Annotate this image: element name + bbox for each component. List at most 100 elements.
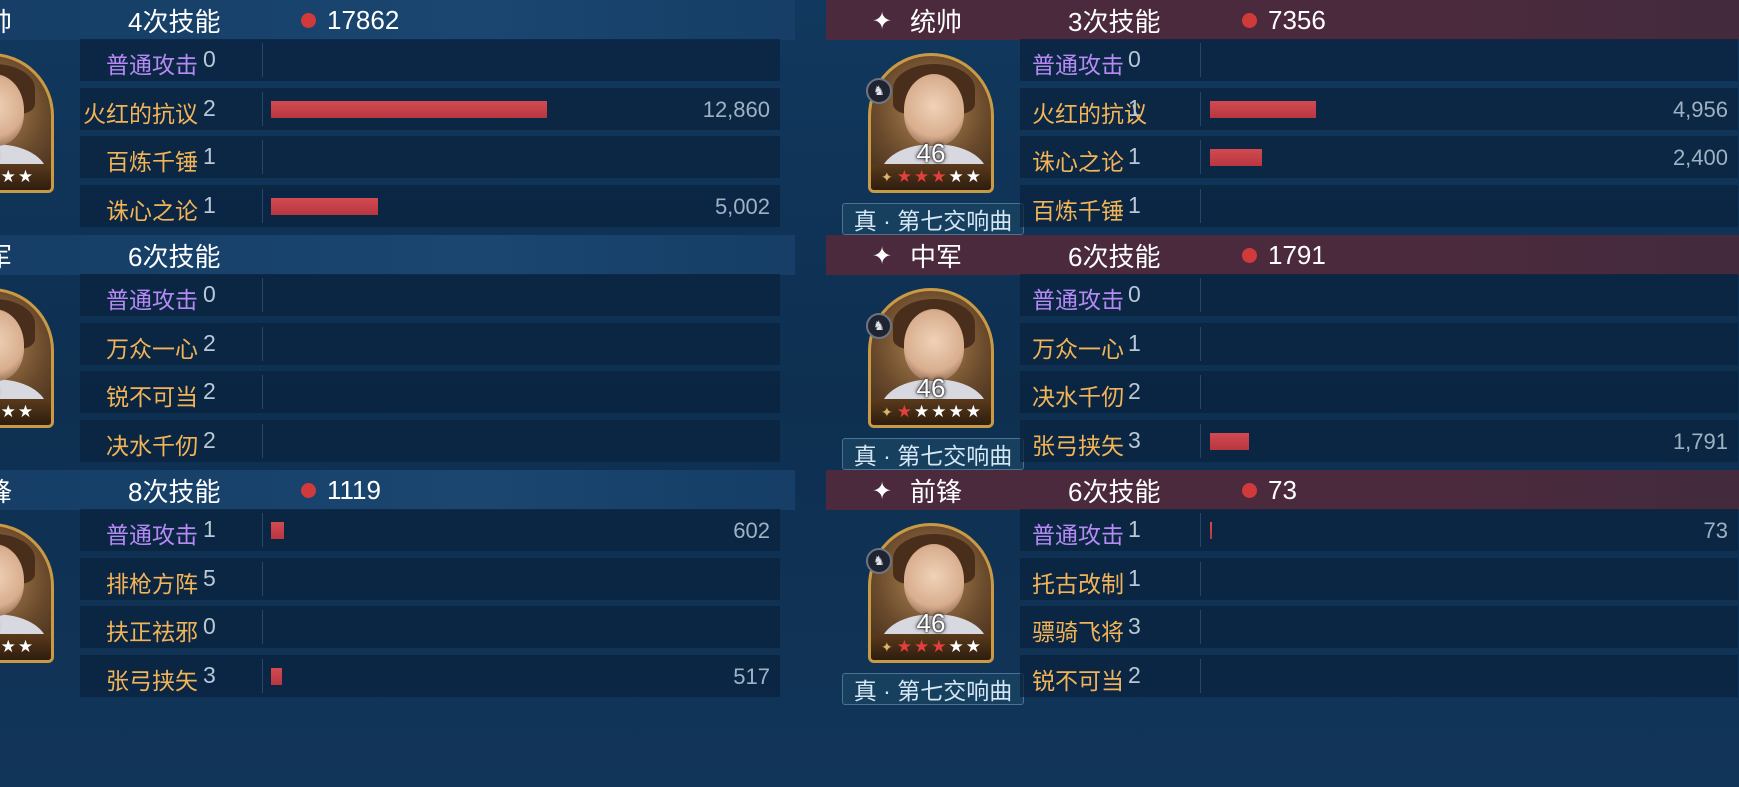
row-divider bbox=[1200, 92, 1201, 126]
skill-name[interactable]: 万众一心 bbox=[106, 330, 198, 364]
cast-count: 1 bbox=[1128, 330, 1141, 356]
general-portrait[interactable]: 46 ✦ ★ ★ ★ ★ ★ bbox=[868, 288, 994, 428]
star-icon: ★ bbox=[17, 167, 34, 186]
skill-name[interactable]: 普通攻击 bbox=[1032, 516, 1124, 550]
portrait-face bbox=[904, 309, 964, 381]
skill-name[interactable]: 百炼千锤 bbox=[1032, 192, 1124, 226]
star-icon: ★ bbox=[0, 402, 16, 421]
star-rating: ★★★★★ bbox=[0, 399, 51, 425]
general-portrait[interactable]: 5★★★★★ bbox=[0, 523, 54, 663]
skill-name[interactable]: 锐不可当 bbox=[1032, 662, 1124, 696]
skill-name[interactable]: 张弓挟矢 bbox=[106, 662, 198, 696]
skill-name[interactable]: 托古改制 bbox=[1032, 565, 1124, 599]
troop-role: 统帅 bbox=[910, 6, 963, 37]
row-divider bbox=[262, 513, 263, 547]
general-portrait[interactable]: 46 ✦ ★ ★ ★ ★ ★ bbox=[868, 53, 994, 193]
formation-tag: 真 · 第七交响曲 bbox=[842, 203, 1024, 235]
star-icon: ★ bbox=[965, 637, 981, 656]
star-rating: ✦ ★ ★ ★ ★ ★ bbox=[871, 634, 991, 660]
damage-bar bbox=[271, 101, 547, 118]
cast-count: 2 bbox=[1128, 662, 1141, 688]
damage-bar bbox=[1210, 149, 1262, 166]
skill-row: 万众一心 2 bbox=[80, 319, 780, 369]
damage-bar bbox=[271, 198, 378, 215]
skill-name[interactable]: 普通攻击 bbox=[106, 516, 198, 550]
skill-row: 张弓挟矢 3 517 bbox=[80, 651, 780, 701]
skill-name[interactable]: 普通攻击 bbox=[106, 46, 198, 80]
row-divider bbox=[1200, 43, 1201, 77]
troop-header: ✦ 统帅 3次技能 7356 bbox=[826, 0, 1739, 40]
damage-value: 1,791 bbox=[1672, 429, 1728, 454]
total-damage: 73 bbox=[1268, 474, 1297, 505]
damage-value: 517 bbox=[733, 664, 770, 689]
skill-row: 普通攻击 1 73 bbox=[1020, 505, 1738, 555]
damage-bar bbox=[271, 522, 284, 539]
skill-name[interactable]: 排枪方阵 bbox=[106, 565, 198, 599]
skill-name[interactable]: 普通攻击 bbox=[1032, 281, 1124, 315]
star-icon: ★ bbox=[896, 167, 912, 186]
cast-count: 0 bbox=[1128, 46, 1141, 72]
skill-name[interactable]: 锐不可当 bbox=[106, 378, 198, 412]
skill-name[interactable]: 火红的抗议 bbox=[83, 95, 198, 129]
skill-row: 百炼千锤 1 bbox=[1020, 181, 1738, 231]
skill-name[interactable]: 决水千仞 bbox=[106, 427, 198, 461]
star-icon: ★ bbox=[913, 402, 930, 421]
row-divider bbox=[1200, 278, 1201, 312]
damage-dot-icon bbox=[301, 483, 316, 498]
general-portrait[interactable]: 46 ✦ ★ ★ ★ ★ ★ bbox=[868, 523, 994, 663]
skill-name[interactable]: 普通攻击 bbox=[1032, 46, 1124, 80]
damage-value: 5,002 bbox=[714, 194, 770, 219]
skill-row: 普通攻击 0 bbox=[1020, 35, 1738, 85]
cast-count: 1 bbox=[203, 143, 216, 169]
damage-bar bbox=[271, 668, 282, 685]
skill-row: 扶正祛邪 0 bbox=[80, 602, 780, 652]
troop-section: 军6次技能5★★★★★普通攻击0万众一心2锐不可当2决水千仞2 bbox=[0, 235, 795, 496]
row-divider bbox=[1200, 610, 1201, 644]
star-rating: ✦ ★ ★ ★ ★ ★ bbox=[871, 399, 991, 425]
skill-name[interactable]: 百炼千锤 bbox=[106, 143, 198, 177]
troop-section: ✦ 中军 6次技能 1791 46 ✦ ★ ★ ★ ★ ★ ♞ 真 · 第七交响曲 普通攻击 0 万众一心 1 决… bbox=[826, 235, 1739, 496]
damage-value: 73 bbox=[1703, 518, 1728, 543]
skill-count: 6次技能 bbox=[1068, 476, 1161, 507]
skill-row: 诛心之论 1 2,400 bbox=[1020, 132, 1738, 182]
skill-row: 托古改制 1 bbox=[1020, 554, 1738, 604]
star-icon: ★ bbox=[931, 637, 947, 656]
skill-name[interactable]: 普通攻击 bbox=[106, 281, 198, 315]
damage-bar bbox=[1210, 433, 1249, 450]
skill-name[interactable]: 诛心之论 bbox=[1032, 143, 1124, 177]
skill-row: 诛心之论 1 5,002 bbox=[80, 181, 780, 231]
total-damage: 7356 bbox=[1268, 4, 1326, 35]
unit-type-icon: ♞ bbox=[866, 78, 892, 104]
cast-count: 1 bbox=[1128, 192, 1141, 218]
row-divider bbox=[262, 43, 263, 77]
general-portrait[interactable]: 5★★★★★ bbox=[0, 288, 54, 428]
cast-count: 2 bbox=[203, 95, 216, 121]
star-icon: ★ bbox=[17, 637, 34, 656]
skill-name[interactable]: 扶正祛邪 bbox=[106, 613, 198, 647]
skill-row: 决水千仞 2 bbox=[80, 416, 780, 466]
troop-header: ✦ 中军 6次技能 1791 bbox=[826, 235, 1739, 275]
skill-name[interactable]: 决水千仞 bbox=[1032, 378, 1124, 412]
skill-row: 火红的抗议 1 4,956 bbox=[1020, 84, 1738, 134]
damage-dot-icon bbox=[1242, 13, 1257, 28]
general-portrait[interactable]: 5★★★★★ bbox=[0, 53, 54, 193]
portrait-face bbox=[904, 544, 964, 616]
star-rating: ★★★★★ bbox=[0, 634, 51, 660]
star-icon: ★ bbox=[913, 167, 930, 186]
skill-name[interactable]: 张弓挟矢 bbox=[1032, 427, 1124, 461]
skill-name[interactable]: 万众一心 bbox=[1032, 330, 1124, 364]
star-icon: ★ bbox=[931, 167, 947, 186]
star-icon: ★ bbox=[913, 637, 930, 656]
row-divider bbox=[262, 140, 263, 174]
row-divider bbox=[1200, 375, 1201, 409]
portrait-face bbox=[904, 74, 964, 146]
unit-type-icon: ♞ bbox=[866, 313, 892, 339]
troop-section: ✦ 前锋 6次技能 73 46 ✦ ★ ★ ★ ★ ★ ♞ 真 · 第七交响曲 普通攻击 1 73 托古改制 1 骠… bbox=[826, 470, 1739, 731]
row-divider bbox=[262, 327, 263, 361]
skill-name[interactable]: 骠骑飞将 bbox=[1032, 613, 1124, 647]
star-icon: ★ bbox=[17, 402, 34, 421]
row-divider bbox=[262, 562, 263, 596]
cast-count: 1 bbox=[1128, 143, 1141, 169]
skill-name[interactable]: 诛心之论 bbox=[106, 192, 198, 226]
star-icon: ★ bbox=[948, 402, 964, 421]
